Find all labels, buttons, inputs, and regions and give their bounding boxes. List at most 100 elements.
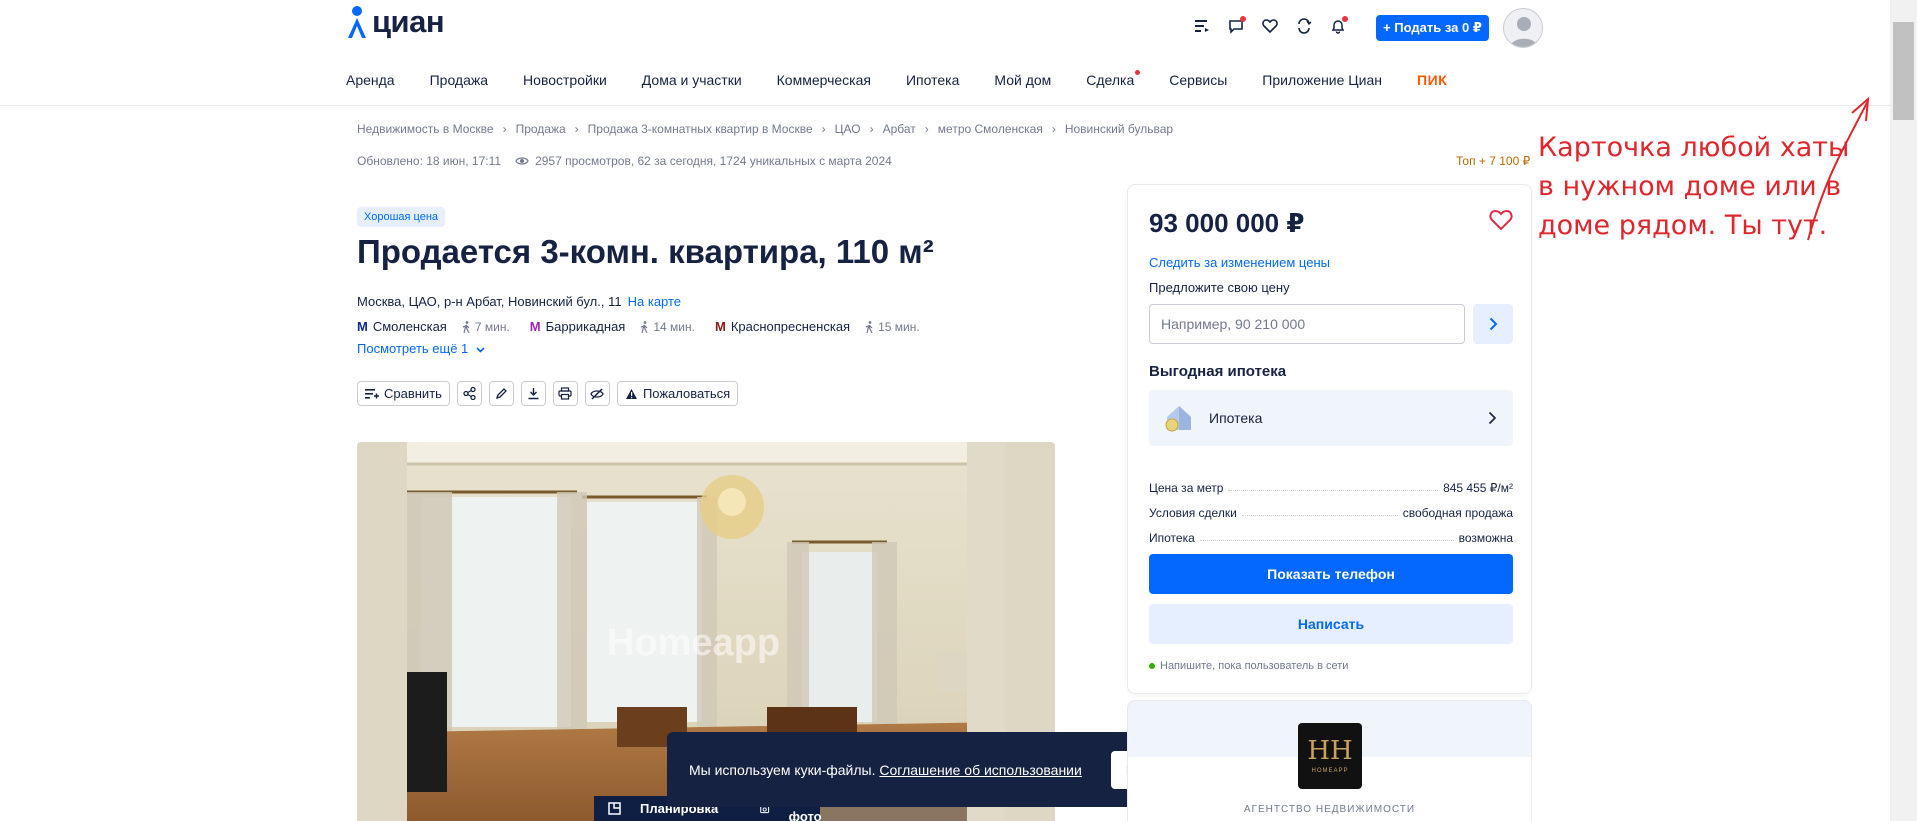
house-coin-icon — [1165, 406, 1191, 432]
detail-value: возможна — [1458, 531, 1513, 545]
breadcrumb-item[interactable]: Продажа — [516, 122, 566, 136]
metro-item[interactable]: М Баррикадная 14 мин. — [530, 319, 695, 334]
nav-item-services[interactable]: Сервисы — [1169, 72, 1227, 88]
mortgage-label: Ипотека — [1209, 410, 1263, 426]
cookie-agreement-link[interactable]: Соглашение об использовании — [879, 762, 1081, 778]
person-pin-icon — [348, 6, 366, 38]
write-message-button[interactable]: Написать — [1149, 604, 1513, 644]
detail-value: 845 455 ₽/м² — [1443, 481, 1513, 495]
chevron-right-icon — [1488, 411, 1497, 425]
nav-item-commercial[interactable]: Коммерческая — [777, 72, 871, 88]
eye-icon — [515, 157, 529, 165]
list-icon[interactable] — [1190, 14, 1214, 38]
nav-item-prodazha[interactable]: Продажа — [430, 72, 488, 88]
show-more-metro-link[interactable]: Посмотреть ещё 1 — [357, 341, 485, 356]
share-button[interactable] — [456, 381, 482, 406]
complain-label: Пожаловаться — [642, 386, 731, 401]
scrollbar-thumb[interactable] — [1893, 22, 1914, 120]
walk-icon — [865, 320, 873, 333]
metro-item[interactable]: М Краснопресненская 15 мин. — [715, 319, 920, 334]
heart-icon — [1489, 209, 1513, 231]
breadcrumb-item[interactable]: Новинский бульвар — [1065, 122, 1173, 136]
show-phone-button[interactable]: Показать телефон — [1149, 554, 1513, 594]
good-price-badge: Хорошая цена — [357, 207, 446, 227]
download-button[interactable] — [520, 381, 546, 406]
page-scrollbar[interactable] — [1890, 0, 1917, 821]
detail-key: Цена за метр — [1149, 481, 1224, 495]
nav-item-novostroyki[interactable]: Новостройки — [523, 72, 607, 88]
metro-time: 15 мин. — [878, 319, 920, 334]
address-text: Москва, ЦАО, р-н Арбат, Новинский бул., … — [357, 294, 622, 309]
agency-logo[interactable]: HH HOMEAPP — [1298, 723, 1362, 789]
nav-item-arenda[interactable]: Аренда — [346, 72, 395, 88]
price-follow-link[interactable]: Следить за изменением цены — [1149, 255, 1330, 270]
online-text: Напишите, пока пользователь в сети — [1160, 660, 1349, 672]
listing-meta: Обновлено: 18 июн, 17:11 2957 просмотров… — [357, 154, 892, 168]
heart-icon[interactable] — [1258, 14, 1282, 38]
detail-row: Цена за метр 845 455 ₽/м² — [1149, 470, 1513, 495]
agency-card[interactable]: HH HOMEAPP АГЕНТСТВО НЕДВИЖИМОСТИ — [1127, 700, 1532, 821]
notification-dot — [1135, 70, 1141, 75]
metro-name: Смоленская — [372, 319, 447, 334]
header-icons — [1190, 14, 1350, 38]
breadcrumb-item[interactable]: метро Смоленская — [938, 122, 1043, 136]
offer-submit-button[interactable] — [1473, 304, 1513, 344]
breadcrumb-item[interactable]: ЦАО — [835, 122, 861, 136]
pencil-icon — [495, 388, 507, 400]
chat-icon[interactable] — [1224, 14, 1248, 38]
notification-dot — [1240, 16, 1246, 22]
map-link[interactable]: На карте — [628, 294, 681, 309]
listing-address: Москва, ЦАО, р-н Арбат, Новинский бул., … — [357, 294, 681, 309]
site-header: циан + Подать за 0 ₽ Аренда Продажа Ново… — [0, 0, 1890, 106]
user-icon — [1510, 17, 1538, 47]
mortgage-banner[interactable]: Ипотека — [1149, 390, 1513, 446]
cookie-message: Мы используем куки-файлы. — [689, 761, 876, 778]
eye-off-icon — [590, 388, 605, 399]
detail-key: Ипотека — [1149, 531, 1195, 545]
print-button[interactable] — [552, 381, 578, 406]
detail-key: Условия сделки — [1149, 506, 1237, 520]
page-title: Продается 3-комн. квартира, 110 м² — [357, 233, 934, 270]
views-count[interactable]: 2957 просмотров, 62 за сегодня, 1724 уни… — [515, 154, 892, 168]
compare-button[interactable]: Сравнить — [357, 381, 450, 406]
metro-time: 7 мин. — [474, 319, 510, 334]
agency-monogram: HH — [1307, 736, 1353, 766]
hide-button[interactable] — [584, 381, 610, 406]
detail-row: Условия сделки свободная продажа — [1149, 495, 1513, 520]
share-icon — [463, 387, 476, 400]
avatar[interactable] — [1503, 8, 1543, 48]
listing-actions: Сравнить Пожаловаться — [357, 381, 739, 406]
price-card: 93 000 000 ₽ Следить за изменением цены … — [1127, 184, 1532, 694]
edit-note-button[interactable] — [488, 381, 514, 406]
nav-item-deal[interactable]: Сделка — [1086, 70, 1141, 88]
nav-item-pik[interactable]: ПИК — [1417, 72, 1447, 88]
breadcrumb: Недвижимость в Москве › Продажа › Продажа … — [357, 122, 1174, 136]
breadcrumb-item[interactable]: Недвижимость в Москве — [357, 122, 494, 136]
breadcrumb-item[interactable]: Арбат — [883, 122, 916, 136]
download-icon — [528, 388, 539, 400]
nav-item-doma[interactable]: Дома и участки — [642, 72, 742, 88]
top-promo-price[interactable]: Топ + 7 100 ₽ — [1456, 154, 1530, 168]
detail-row: Ипотека возможна — [1149, 520, 1513, 545]
notification-dot — [1342, 16, 1348, 22]
favorite-button[interactable] — [1489, 209, 1513, 236]
cookie-text: Мы используем куки-файлы. Соглашение об … — [689, 762, 1111, 778]
nav-item-mortgage[interactable]: Ипотека — [906, 72, 959, 88]
offer-price-input[interactable]: Например, 90 210 000 — [1149, 304, 1465, 344]
post-ad-button[interactable]: + Подать за 0 ₽ — [1376, 15, 1489, 41]
bell-icon[interactable] — [1326, 14, 1350, 38]
nav-item-deal-label: Сделка — [1086, 72, 1135, 88]
compare-icon[interactable] — [1292, 14, 1316, 38]
breadcrumb-item[interactable]: Продажа 3-комнатных квартир в Москве — [588, 122, 813, 136]
nav-item-app[interactable]: Приложение Циан — [1262, 72, 1382, 88]
nav-item-my-home[interactable]: Мой дом — [994, 72, 1051, 88]
complain-button[interactable]: Пожаловаться — [616, 381, 739, 406]
compare-list-icon — [365, 388, 379, 399]
floorplan-icon — [608, 802, 621, 815]
agency-logo-name: HOMEAPP — [1311, 768, 1349, 774]
chevron-down-icon — [476, 347, 485, 353]
online-status: Напишите, пока пользователь в сети — [1149, 660, 1348, 672]
metro-item[interactable]: М Смоленская 7 мин. — [357, 319, 510, 334]
metro-icon: М — [357, 319, 368, 334]
cian-logo[interactable]: циан — [346, 4, 445, 40]
